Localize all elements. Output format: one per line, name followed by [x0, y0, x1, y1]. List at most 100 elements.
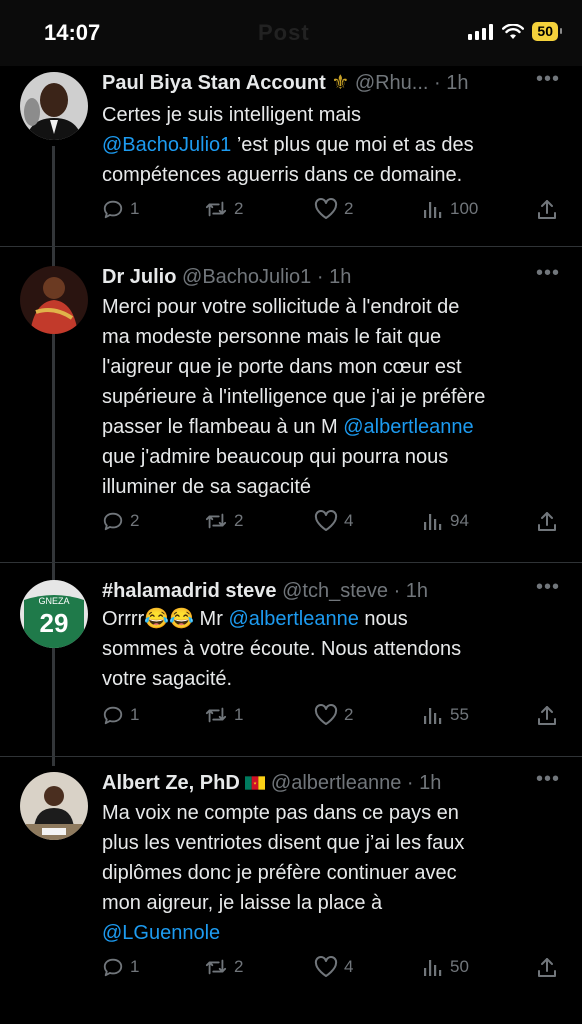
like-button[interactable]: 2	[314, 704, 353, 726]
repost-count: 2	[234, 199, 244, 218]
like-count: 2	[344, 199, 354, 218]
author-handle: @BachoJulio1	[182, 266, 312, 288]
share-icon	[536, 704, 558, 726]
tweet-text-line: sommes à votre écoute. Nous attendons	[102, 634, 562, 664]
tweet-text-segment: l'aigreur que je porte dans mon cœur est	[102, 356, 462, 378]
mention-link[interactable]: @BachoJulio1	[102, 134, 231, 156]
tweet-text-line: plus les ventriotes disent que j’ai les …	[102, 828, 562, 858]
views-button[interactable]: 55	[422, 704, 469, 726]
tweet-text-line: Orrrr😂😂 Mr @albertleanne nous	[102, 604, 562, 634]
tweet-text-segment: Certes je suis intelligent mais	[102, 104, 361, 126]
reply-icon	[102, 510, 124, 532]
author-name[interactable]: Albert Ze, PhD	[102, 772, 240, 794]
status-bar: 14:07 Post 50	[0, 0, 582, 66]
reply-icon	[102, 198, 124, 220]
repost-button[interactable]: 2	[204, 198, 243, 220]
share-button[interactable]	[536, 198, 558, 220]
reply-icon	[102, 704, 124, 726]
tweet-actions: 1 2 4 50	[102, 956, 562, 986]
tweet-actions: 1 1 2 55	[102, 704, 562, 734]
author-handle: @Rhu...	[354, 72, 429, 94]
mention-link[interactable]: @albertleanne	[343, 416, 473, 438]
share-button[interactable]	[536, 704, 558, 726]
reply-count: 2	[130, 511, 140, 530]
like-button[interactable]: 2	[314, 198, 353, 220]
reply-button[interactable]: 1	[102, 198, 139, 220]
battery-indicator: 50	[532, 22, 562, 41]
tweet-actions: 2 2 4 94	[102, 510, 562, 540]
tweet-text-segment: mon aigreur, je laisse la place à	[102, 892, 383, 914]
reply-count: 1	[130, 705, 140, 724]
mention-link[interactable]: @albertleanne	[228, 608, 358, 630]
views-button[interactable]: 94	[422, 510, 469, 532]
repost-icon	[204, 198, 228, 220]
author-handle: @albertleanne	[270, 772, 402, 794]
svg-text:29: 29	[40, 608, 69, 638]
like-count: 4	[344, 957, 354, 976]
author-name[interactable]: #halamadrid steve	[102, 580, 277, 602]
more-icon[interactable]: •••	[536, 68, 560, 91]
reply-button[interactable]: 1	[102, 704, 139, 726]
post-time: 1h	[446, 72, 469, 94]
tweet-text-line: Ma voix ne compte pas dans ce pays en	[102, 798, 562, 828]
avatar[interactable]	[20, 72, 88, 140]
tweet-text-line: Certes je suis intelligent mais	[102, 100, 562, 130]
more-icon[interactable]: •••	[536, 768, 560, 791]
tweet-text: Orrrr😂😂 Mr @albertleanne nous sommes à vo…	[102, 604, 562, 694]
tweet-2[interactable]: Dr Julio @BachoJulio1 · 1h ••• Merci pou…	[0, 262, 582, 562]
tweet-text-line: votre sagacité.	[102, 664, 562, 694]
reply-button[interactable]: 1	[102, 956, 139, 978]
tweet-text-segment: nous	[358, 608, 408, 630]
more-icon[interactable]: •••	[536, 262, 560, 285]
like-button[interactable]: 4	[314, 956, 353, 978]
views-button[interactable]: 100	[422, 198, 478, 220]
avatar[interactable]	[20, 266, 88, 334]
views-icon	[422, 510, 444, 532]
tweet-text-segment: passer le flambeau à un M	[102, 416, 344, 438]
wifi-icon	[502, 23, 525, 39]
repost-button[interactable]: 1	[204, 704, 243, 726]
tweet-3[interactable]: GNEZA 29 #halamadrid steve @tch_steve · …	[0, 576, 582, 756]
repost-button[interactable]: 2	[204, 956, 243, 978]
share-button[interactable]	[536, 956, 558, 978]
mention-link[interactable]: @LGuennole	[102, 922, 220, 944]
svg-text:GNEZA: GNEZA	[38, 596, 69, 606]
divider	[0, 246, 582, 247]
tweet-text-line: compétences aguerris dans ce domaine.	[102, 160, 562, 190]
like-icon	[314, 956, 338, 978]
tweet-1[interactable]: Paul Biya Stan Account ⚜ @Rhu... · 1h ••…	[0, 66, 582, 246]
tweet-text-line: Merci pour votre sollicitude à l'endroit…	[102, 292, 562, 322]
tweet-text-line: passer le flambeau à un M @albertleanne	[102, 412, 562, 442]
tweet-text-segment: compétences aguerris dans ce domaine.	[102, 164, 463, 186]
tweet-text-segment: sommes à votre écoute. Nous attendons	[102, 638, 462, 660]
tweet-text-segment: supérieure à l'intelligence que j'ai je …	[102, 386, 486, 408]
tweet-4[interactable]: Albert Ze, PhD ★ @albertleanne · 1h ••• …	[0, 768, 582, 1008]
like-icon	[314, 510, 338, 532]
repost-button[interactable]: 2	[204, 510, 243, 532]
share-icon	[536, 956, 558, 978]
like-count: 2	[344, 705, 354, 724]
tweet-text: Certes je suis intelligent mais @BachoJul…	[102, 100, 562, 190]
reply-button[interactable]: 2	[102, 510, 139, 532]
tweet-header: Paul Biya Stan Account ⚜ @Rhu... · 1h	[102, 72, 469, 94]
tweet-text-segment: plus les ventriotes disent que j’ai les …	[102, 832, 465, 854]
tweet-text-segment: Orrrr😂😂 Mr	[102, 608, 229, 630]
avatar[interactable]: GNEZA 29	[20, 580, 88, 648]
cameroon-flag-icon: ★	[245, 776, 266, 790]
reply-count: 1	[130, 957, 140, 976]
author-name[interactable]: Paul Biya Stan Account	[102, 72, 326, 94]
share-button[interactable]	[536, 510, 558, 532]
tweet-text-segment: illuminer de sa sagacité	[102, 476, 311, 498]
status-time: 14:07	[44, 20, 101, 45]
like-count: 4	[344, 511, 354, 530]
like-button[interactable]: 4	[314, 510, 353, 532]
views-count: 94	[450, 511, 469, 530]
repost-icon	[204, 510, 228, 532]
tweet-text-segment: ma modeste personne mais le fait que	[102, 326, 442, 348]
author-name[interactable]: Dr Julio	[102, 266, 176, 288]
avatar[interactable]	[20, 772, 88, 840]
share-icon	[536, 510, 558, 532]
views-button[interactable]: 50	[422, 956, 469, 978]
more-icon[interactable]: •••	[536, 576, 560, 599]
views-count: 100	[450, 199, 479, 218]
